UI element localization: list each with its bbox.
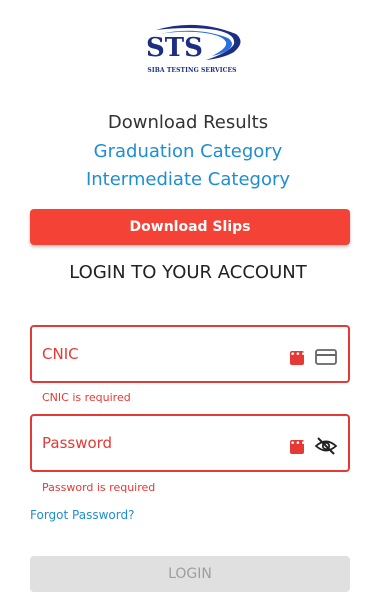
cnic-label: CNIC [42, 345, 79, 363]
download-slips-button[interactable]: Download Slips [30, 209, 350, 245]
svg-text:STS: STS [146, 33, 203, 63]
password-field[interactable]: Password ••• [30, 414, 350, 472]
intermediate-category-link[interactable]: Intermediate Category [86, 169, 290, 190]
logo-swoosh-icon: STS [146, 24, 241, 63]
download-results-heading: Download Results [107, 112, 269, 133]
password-label: Password [42, 434, 113, 452]
password-manager-icon[interactable]: ••• [290, 351, 306, 365]
password-error: Password is required [42, 481, 156, 494]
eye-off-icon[interactable] [314, 434, 338, 458]
forgot-password-link[interactable]: Forgot Password? [30, 508, 134, 522]
sts-logo: STS SIBA TESTING SERVICES [136, 20, 248, 76]
cnic-field[interactable]: CNIC ••• [30, 325, 350, 383]
cnic-error: CNIC is required [42, 391, 131, 404]
logo-subtitle: SIBA TESTING SERVICES [147, 67, 237, 74]
password-manager-icon[interactable]: ••• [290, 440, 306, 454]
card-icon [315, 349, 337, 365]
login-title: LOGIN TO YOUR ACCOUNT [69, 262, 307, 283]
graduation-category-link[interactable]: Graduation Category [94, 141, 283, 162]
login-button[interactable]: LOGIN [30, 556, 350, 592]
